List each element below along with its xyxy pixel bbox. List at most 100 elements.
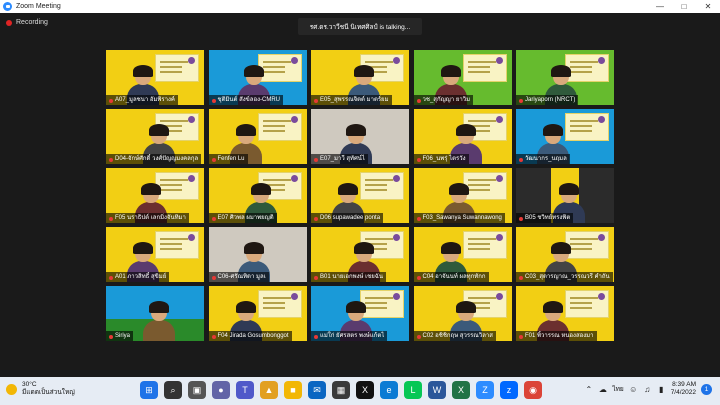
participant-name: F03_Sawanya Suwannawong [413,212,505,223]
participant-tile[interactable]: B05 ชวิทย์ทรงพิต [516,168,614,223]
clock-time: 8:39 AM [672,381,696,388]
xm-icon[interactable]: X [356,381,374,399]
participant-tile[interactable]: A01 ภาวสิทธิ์ สุขิมย์ [106,227,204,282]
weather-description: มีแดดเป็นส่วนใหญ่ [22,389,75,396]
mail-icon[interactable]: ✉ [308,381,326,399]
background-banner [462,54,507,82]
participant-video [142,300,175,341]
clock-date: 7/4/2022 [670,389,696,396]
word-icon[interactable]: W [428,381,446,399]
mic-muted-icon [314,275,318,280]
maximize-button[interactable]: □ [672,0,696,13]
participant-tile[interactable]: C02 อชิชิกฤษ สุวรรณวิลาส [413,286,512,341]
zalo-icon[interactable]: z [500,381,518,399]
participant-tile[interactable]: E05_สุพรรณจิตต์ มาตร์ยม [311,50,409,105]
background-banner [360,172,404,200]
participant-tile[interactable]: วัฒนากร_นฤมล [516,109,614,164]
logo-seal-icon [495,116,503,123]
logo-seal-icon [393,57,400,64]
photos-icon[interactable]: ▲ [260,381,278,399]
participant-name: C06-ศรัณทิดา มูลเ [208,271,269,282]
participant-tile[interactable]: วช_สุกัญญา ยาวิม [413,50,512,105]
mic-muted-icon [109,157,113,162]
participant-name: F04 Jirada Gosumbonggot [208,330,292,341]
close-button[interactable]: ✕ [696,0,720,13]
participant-tile[interactable]: Jariyaporn (NRCT) [516,50,614,105]
participant-tile[interactable]: Siriya [106,286,204,341]
task-view-icon[interactable]: ▣ [188,381,206,399]
gallery-grid: A07_มูลชนา อัมพิรางค์ ชุติมินต์ สังข์ลอง-… [106,50,615,341]
participant-name: C03_สุดารญาณ_วรรณวรี คำถัน [516,271,613,282]
participant-name: C02 อชิชิกฤษ สุวรรณวิลาส [413,330,496,341]
logo-seal-icon [598,234,605,241]
participant-name: C04 อาจันนท์ ผลทุกทักก [413,271,489,282]
zoom-icon[interactable]: Z [476,381,494,399]
participant-tile[interactable]: F05 นราธิปต์ เลกมิ่งจันทิมา [106,168,204,223]
logo-seal-icon [290,57,298,64]
cloud-icon[interactable]: ☁ [598,385,607,394]
background-banner [155,231,199,259]
start-icon[interactable]: ⊞ [140,381,158,399]
chat-icon[interactable]: ● [212,381,230,399]
taskbar-apps: ⊞ ⌕ ▣ ● T ▲ ■ ✉ ▦ Xe L W X Zz ◉ [140,381,542,401]
chevron-up-icon[interactable]: ⌃ [584,385,593,394]
participant-tile[interactable]: D04-จักษ์ศักดิ์ วงศ์ปัญญมงคลกุล [106,109,204,164]
weather-widget[interactable]: 30°C มีแดดเป็นส่วนใหญ่ [6,381,75,397]
participant-name: B01 นายเอกพงษ์ เชยฉัน [311,271,386,282]
file-explorer-icon[interactable]: ■ [284,381,302,399]
logo-seal-icon [393,293,400,300]
store-icon[interactable]: ▦ [332,381,350,399]
participant-tile[interactable]: C04 อาจันนท์ ผลทุกทักก [413,227,512,282]
notification-badge[interactable]: 1 [701,383,712,395]
mic-muted-icon [416,98,421,103]
participant-tile[interactable]: F03_Sawanya Suwannawong [413,168,512,223]
mic-muted-icon [519,216,523,221]
participant-tile[interactable]: E07 ศิวพล ผมาพยญติ [208,168,307,223]
mic-muted-icon [314,334,318,339]
participant-tile[interactable]: ชุติมินต์ สังข์ลอง-CMRU [208,50,307,105]
clock[interactable]: 8:39 AM 7/4/2022 [671,381,696,397]
participant-tile[interactable]: C03_สุดารญาณ_วรรณวรี คำถัน [516,227,614,282]
participant-tile[interactable]: F01 พิ้วารรณ หนองสองมา [516,286,614,341]
logo-seal-icon [393,175,400,182]
search-icon[interactable]: ⌕ [164,381,182,399]
participant-tile[interactable]: E07_มาวี สุทัศน์ไ [311,109,409,164]
participant-tile[interactable]: B01 นายเอกพงษ์ เชยฉัน [311,227,409,282]
line-icon[interactable]: L [404,381,422,399]
participant-tile[interactable]: D06 supawadee ponta [311,168,409,223]
edge-icon[interactable]: e [380,381,398,399]
participant-tile[interactable]: F06_นพรุ่ ไตรวัง [413,109,512,164]
participant-name: A01 ภาวสิทธิ์ สุขิมย์ [106,271,170,282]
participant-tile[interactable]: A07_มูลชนา อัมพิรางค์ [106,50,204,105]
logo-seal-icon [598,116,605,123]
background-banner [565,113,609,141]
participant-name: ชุติมินต์ สังข์ลอง-CMRU [208,94,283,105]
participant-name: D04-จักษ์ศักดิ์ วงศ์ปัญญมงคลกุล [106,153,202,164]
participant-name: A07_มูลชนา อัมพิรางค์ [106,94,178,105]
volume-icon[interactable]: ♫ [643,385,652,394]
battery-icon[interactable]: ▮ [657,385,666,394]
mic-muted-icon [109,98,113,103]
sun-icon [6,383,17,395]
recording-indicator[interactable]: Recording [6,19,48,26]
teams-icon[interactable]: T [236,381,254,399]
background-banner [462,231,507,259]
chrome-icon[interactable]: ◉ [524,381,542,399]
wifi-icon[interactable]: ☺ [629,385,638,394]
mic-muted-icon [314,157,318,162]
mic-muted-icon [416,334,421,339]
minimize-button[interactable]: — [648,0,672,13]
participant-tile[interactable]: Fenfen Lu [208,109,307,164]
mic-muted-icon [519,275,523,280]
zoom-logo-icon [3,2,12,11]
language-indicator[interactable]: ไทย [612,384,623,394]
participant-tile[interactable]: C06-ศรัณทิดา มูลเ [208,227,307,282]
mic-muted-icon [416,216,421,221]
participant-tile[interactable]: F04 Jirada Gosumbonggot [208,286,307,341]
logo-seal-icon [290,175,298,182]
mic-muted-icon [416,157,421,162]
excel-icon[interactable]: X [452,381,470,399]
system-tray: ⌃ ☁ ไทย ☺ ♫ ▮ 8:39 AM 7/4/2022 1 [584,381,712,397]
participant-tile[interactable]: แม่ใก่ ยัศรสตร พงษ์แก้ตไ [311,286,409,341]
participant-name: F06_นพรุ่ ไตรวัง [413,153,469,164]
